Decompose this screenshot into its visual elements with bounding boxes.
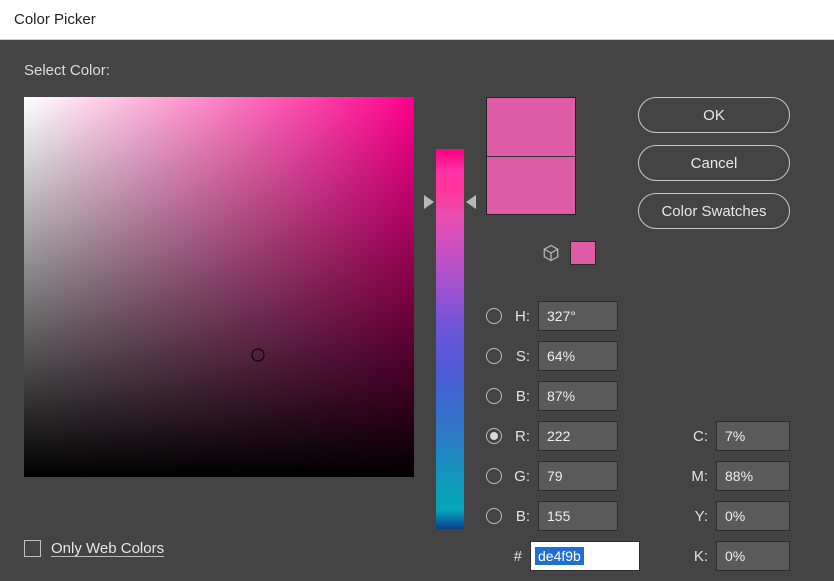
- mini-swatch[interactable]: [570, 241, 596, 265]
- cancel-button[interactable]: Cancel: [638, 145, 790, 181]
- input-s[interactable]: [538, 341, 618, 371]
- hue-slider[interactable]: [436, 149, 464, 529]
- label-c: C:: [686, 428, 708, 445]
- label-hex: #: [486, 548, 522, 565]
- color-preview: [486, 97, 576, 215]
- main-row: OK Cancel Color Swatches H:: [24, 97, 810, 581]
- color-swatches-button[interactable]: Color Swatches: [638, 193, 790, 229]
- button-column: OK Cancel Color Swatches: [638, 97, 790, 229]
- ok-button[interactable]: OK: [638, 97, 790, 133]
- radio-s[interactable]: [486, 348, 502, 364]
- label-m: M:: [686, 468, 708, 485]
- row-hex: # de4f9b: [486, 541, 640, 571]
- current-color-swatch[interactable]: [487, 157, 575, 215]
- hex-value: de4f9b: [535, 547, 584, 566]
- row-y: Y:: [686, 501, 790, 531]
- only-web-colors-checkbox[interactable]: [24, 540, 41, 557]
- label-r: R:: [510, 428, 530, 445]
- only-web-colors[interactable]: Only Web Colors: [24, 540, 164, 557]
- input-y[interactable]: [716, 501, 790, 531]
- title-bar: Color Picker: [0, 0, 834, 40]
- radio-g[interactable]: [486, 468, 502, 484]
- input-r[interactable]: [538, 421, 618, 451]
- value-grid: H: S: B:: [486, 301, 790, 581]
- saturation-brightness-field[interactable]: [24, 97, 414, 477]
- label-y: Y:: [686, 508, 708, 525]
- radio-h[interactable]: [486, 308, 502, 324]
- label-h: H:: [510, 308, 530, 325]
- radio-r[interactable]: [486, 428, 502, 444]
- row-g: G:: [486, 461, 640, 491]
- input-h[interactable]: [538, 301, 618, 331]
- row-r: R:: [486, 421, 640, 451]
- radio-b[interactable]: [486, 388, 502, 404]
- row-m: M:: [686, 461, 790, 491]
- mini-row: [542, 241, 790, 265]
- label-k: K:: [686, 548, 708, 565]
- hue-arrow-left-icon[interactable]: [424, 195, 434, 209]
- label-b2: B:: [510, 508, 530, 525]
- row-h: H:: [486, 301, 640, 331]
- preview-column: OK Cancel Color Swatches H:: [486, 97, 790, 581]
- row-s: S:: [486, 341, 640, 371]
- sb-marker[interactable]: [252, 349, 265, 362]
- label-b: B:: [510, 388, 530, 405]
- hue-arrow-right-icon[interactable]: [466, 195, 476, 209]
- row-k: K:: [686, 541, 790, 571]
- label-g: G:: [510, 468, 530, 485]
- input-m[interactable]: [716, 461, 790, 491]
- window-title: Color Picker: [14, 11, 96, 28]
- hue-column: [436, 97, 464, 581]
- only-web-colors-label: Only Web Colors: [51, 540, 164, 557]
- cube-icon[interactable]: [542, 244, 560, 262]
- input-b[interactable]: [538, 381, 618, 411]
- input-c[interactable]: [716, 421, 790, 451]
- color-picker-panel: Select Color: OK Cancel Color Swatches: [0, 40, 834, 581]
- input-hex[interactable]: de4f9b: [530, 541, 640, 571]
- row-b: B:: [486, 381, 640, 411]
- label-s: S:: [510, 348, 530, 365]
- radio-b2[interactable]: [486, 508, 502, 524]
- select-color-label: Select Color:: [24, 62, 110, 79]
- row-c: C:: [686, 421, 790, 451]
- input-b2[interactable]: [538, 501, 618, 531]
- input-g[interactable]: [538, 461, 618, 491]
- row-b2: B:: [486, 501, 640, 531]
- new-color-swatch[interactable]: [487, 98, 575, 157]
- input-k[interactable]: [716, 541, 790, 571]
